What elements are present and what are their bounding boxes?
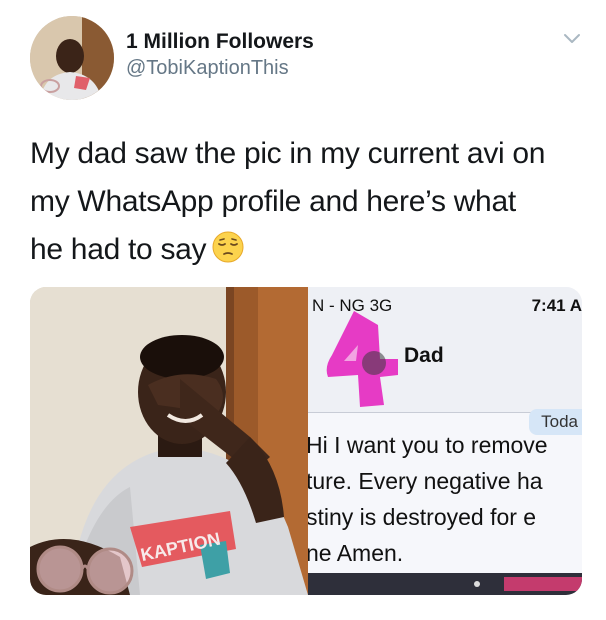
pink-scribble-censor [326, 311, 398, 407]
tweet-card: 1 Million Followers @TobiKaptionThis My … [0, 0, 606, 620]
tweet-text-line-last: he had to say [30, 233, 207, 266]
pensive-face-emoji-icon [212, 231, 244, 263]
message-line: Hi I want you to remove [308, 432, 548, 458]
message-bubble: Hi I want you to remove ture. Every nega… [308, 427, 582, 571]
man-facepalm-photo: KAPTION [30, 287, 308, 595]
author-display-name[interactable]: 1 Million Followers [126, 30, 314, 54]
message-line: ne Amen. [308, 540, 404, 566]
avatar-photo [30, 16, 114, 100]
left-photo[interactable]: KAPTION [30, 287, 308, 595]
bottom-bar-accent [504, 577, 582, 591]
tweet-text-line: My dad saw the pic in my current avi on [30, 137, 546, 170]
message-line: ture. Every negative ha [308, 468, 543, 494]
bottom-bar-dot [474, 581, 480, 587]
whatsapp-screenshot[interactable]: N - NG 3G 7:41 A Dad Toda Hi I want you … [308, 287, 582, 595]
author-handle[interactable]: @TobiKaptionThis [126, 57, 289, 80]
tweet-text-line: he had to say [30, 226, 590, 274]
status-time: 7:41 A [531, 296, 582, 315]
chevron-down-icon[interactable] [562, 30, 582, 46]
tweet-media[interactable]: KAPTION N - NG 3G 7:41 A Dad Toda Hi I w [30, 287, 582, 595]
tweet-text-line: my WhatsApp profile and here’s what [30, 185, 516, 218]
phone-bottom-bar [308, 573, 582, 595]
avatar[interactable] [30, 16, 114, 100]
chat-contact-name: Dad [404, 344, 444, 367]
tweet-text: My dad saw the pic in my current avi on … [30, 130, 590, 274]
message-line: stiny is destroyed for e [308, 504, 537, 530]
